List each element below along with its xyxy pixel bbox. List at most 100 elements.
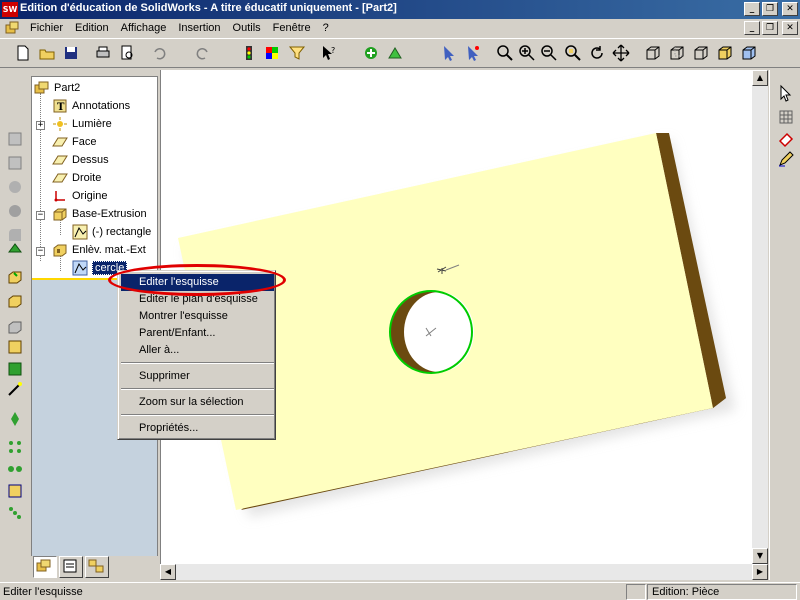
menu-item-show-sketch[interactable]: Montrer l'esquisse bbox=[121, 308, 274, 325]
grid-icon[interactable] bbox=[777, 108, 795, 126]
scroll-left-button[interactable]: ◀ bbox=[160, 564, 176, 580]
doc-close-button[interactable]: ✕ bbox=[782, 21, 798, 35]
select-icon[interactable] bbox=[440, 44, 458, 62]
viewport-horizontal-scrollbar[interactable]: ◀ ▶ bbox=[160, 564, 768, 580]
revolve-tool-icon[interactable] bbox=[6, 178, 24, 196]
tab-property-manager[interactable] bbox=[59, 556, 83, 578]
extrude-boss-icon[interactable] bbox=[6, 268, 24, 286]
part-document-icon[interactable] bbox=[4, 20, 20, 36]
eraser-icon[interactable] bbox=[777, 130, 795, 148]
solidworks-logo-icon[interactable]: SW bbox=[2, 2, 18, 17]
options-icon[interactable] bbox=[386, 44, 404, 62]
mirror-feature-icon[interactable] bbox=[6, 460, 24, 478]
scale-icon[interactable] bbox=[6, 504, 24, 522]
print-icon[interactable] bbox=[94, 44, 112, 62]
menu-item-edit-sketch[interactable]: Editer l'esquisse bbox=[121, 274, 274, 291]
select-filter-icon[interactable] bbox=[464, 44, 482, 62]
rebuild-icon[interactable] bbox=[362, 44, 380, 62]
viewport-vertical-scrollbar[interactable]: ▲ ▼ bbox=[752, 70, 768, 564]
menu-item-edit-sketch-plane[interactable]: Editer le plan d'esquisse bbox=[121, 291, 274, 308]
minimize-button[interactable]: _ bbox=[744, 2, 760, 16]
scroll-down-button[interactable]: ▼ bbox=[752, 548, 768, 564]
menu-item-go-to[interactable]: Aller à... bbox=[121, 342, 274, 359]
zoom-in-icon[interactable] bbox=[518, 44, 536, 62]
menu-insertion[interactable]: Insertion bbox=[172, 21, 226, 35]
help-pointer-icon[interactable]: ? bbox=[320, 44, 338, 62]
sketch-tool-icon[interactable] bbox=[6, 130, 24, 148]
tree-item-annotations[interactable]: T Annotations bbox=[52, 98, 130, 114]
pan-icon[interactable] bbox=[612, 44, 630, 62]
rotate-view-icon[interactable] bbox=[588, 44, 606, 62]
undo-icon[interactable] bbox=[150, 44, 168, 62]
save-icon[interactable] bbox=[62, 44, 80, 62]
collapse-base-extrude-button[interactable]: − bbox=[36, 211, 45, 220]
select-pointer-icon[interactable] bbox=[777, 84, 795, 102]
sketch-tool-2-icon[interactable] bbox=[6, 154, 24, 172]
new-document-icon[interactable] bbox=[14, 44, 32, 62]
tree-item-right-plane[interactable]: Droite bbox=[52, 170, 101, 186]
tab-feature-manager[interactable] bbox=[33, 556, 57, 578]
menu-item-zoom-to-selection[interactable]: Zoom sur la sélection bbox=[121, 394, 274, 411]
sweep-tool-icon[interactable] bbox=[6, 202, 24, 220]
zoom-fit-icon[interactable] bbox=[496, 44, 514, 62]
document-window-controls: _ ❐ ✕ bbox=[744, 21, 798, 35]
menu-help[interactable]: ? bbox=[317, 21, 335, 35]
scroll-up-button[interactable]: ▲ bbox=[752, 70, 768, 86]
tree-item-base-extrude[interactable]: Base-Extrusion bbox=[52, 206, 147, 222]
menu-item-parent-child[interactable]: Parent/Enfant... bbox=[121, 325, 274, 342]
open-folder-icon[interactable] bbox=[38, 44, 56, 62]
print-preview-icon[interactable] bbox=[118, 44, 136, 62]
loft-tool-icon[interactable] bbox=[6, 240, 24, 258]
tree-root-label: Part2 bbox=[54, 82, 81, 94]
linear-pattern-icon[interactable] bbox=[6, 410, 24, 428]
tree-item-origin[interactable]: Origine bbox=[52, 188, 107, 204]
status-bar: Editer l'esquisse Edition: Pièce bbox=[0, 582, 800, 600]
doc-restore-button[interactable]: ❐ bbox=[762, 21, 778, 35]
menu-fenetre[interactable]: Fenêtre bbox=[267, 21, 317, 35]
scroll-right-button[interactable]: ▶ bbox=[752, 564, 768, 580]
shell-tool-icon[interactable] bbox=[6, 338, 24, 356]
menu-edition[interactable]: Edition bbox=[69, 21, 115, 35]
tree-item-cut-extrude[interactable]: Enlèv. mat.-Ext bbox=[52, 242, 146, 258]
sketch-pencil-icon[interactable] bbox=[777, 150, 795, 168]
restore-button[interactable]: ❐ bbox=[762, 2, 778, 16]
tree-item-front-plane[interactable]: Face bbox=[52, 134, 96, 150]
cut-extrude-tool-icon[interactable] bbox=[6, 318, 24, 336]
menu-affichage[interactable]: Affichage bbox=[115, 21, 173, 35]
revolve-boss-icon[interactable] bbox=[6, 292, 24, 310]
magic-wand-icon[interactable] bbox=[6, 380, 24, 398]
collapse-cut-extrude-button[interactable]: − bbox=[36, 247, 45, 256]
expand-lights-button[interactable]: + bbox=[36, 121, 45, 130]
doc-minimize-button[interactable]: _ bbox=[744, 21, 760, 35]
hidden-lines-visible-icon[interactable] bbox=[668, 44, 686, 62]
cut-extrude-icon bbox=[53, 244, 67, 257]
menu-item-delete[interactable]: Supprimer bbox=[121, 368, 274, 385]
tree-item-rectangle-sketch[interactable]: (-) rectangle bbox=[72, 224, 151, 240]
mirror-part-icon[interactable] bbox=[6, 482, 24, 500]
tree-item-top-plane[interactable]: Dessus bbox=[52, 152, 109, 168]
shaded-edges-icon[interactable] bbox=[740, 44, 758, 62]
context-menu: Editer l'esquisse Editer le plan d'esqui… bbox=[117, 270, 276, 440]
draft-tool-icon[interactable] bbox=[6, 360, 24, 378]
circular-pattern-icon[interactable] bbox=[6, 438, 24, 456]
menu-fichier[interactable]: Fichier bbox=[24, 21, 69, 35]
wireframe-icon[interactable] bbox=[644, 44, 662, 62]
menu-separator bbox=[121, 388, 274, 390]
hidden-lines-removed-icon[interactable] bbox=[692, 44, 710, 62]
zoom-selection-icon[interactable] bbox=[564, 44, 582, 62]
zoom-out-icon[interactable] bbox=[540, 44, 558, 62]
color-palette-icon[interactable] bbox=[263, 44, 281, 62]
tree-root-part[interactable]: Part2 bbox=[34, 80, 80, 96]
part-icon bbox=[34, 81, 49, 94]
redo-icon[interactable] bbox=[194, 44, 212, 62]
menu-separator bbox=[121, 414, 274, 416]
menu-outils[interactable]: Outils bbox=[227, 21, 267, 35]
tree-item-label: Droite bbox=[72, 172, 102, 184]
tab-configuration-manager[interactable] bbox=[85, 556, 109, 578]
tree-item-lights[interactable]: Lumière bbox=[52, 116, 112, 132]
close-button[interactable]: ✕ bbox=[782, 2, 798, 16]
menu-item-properties[interactable]: Propriétés... bbox=[121, 420, 274, 437]
shaded-icon[interactable] bbox=[716, 44, 734, 62]
traffic-light-icon[interactable] bbox=[240, 44, 258, 62]
filter-icon[interactable] bbox=[288, 44, 306, 62]
